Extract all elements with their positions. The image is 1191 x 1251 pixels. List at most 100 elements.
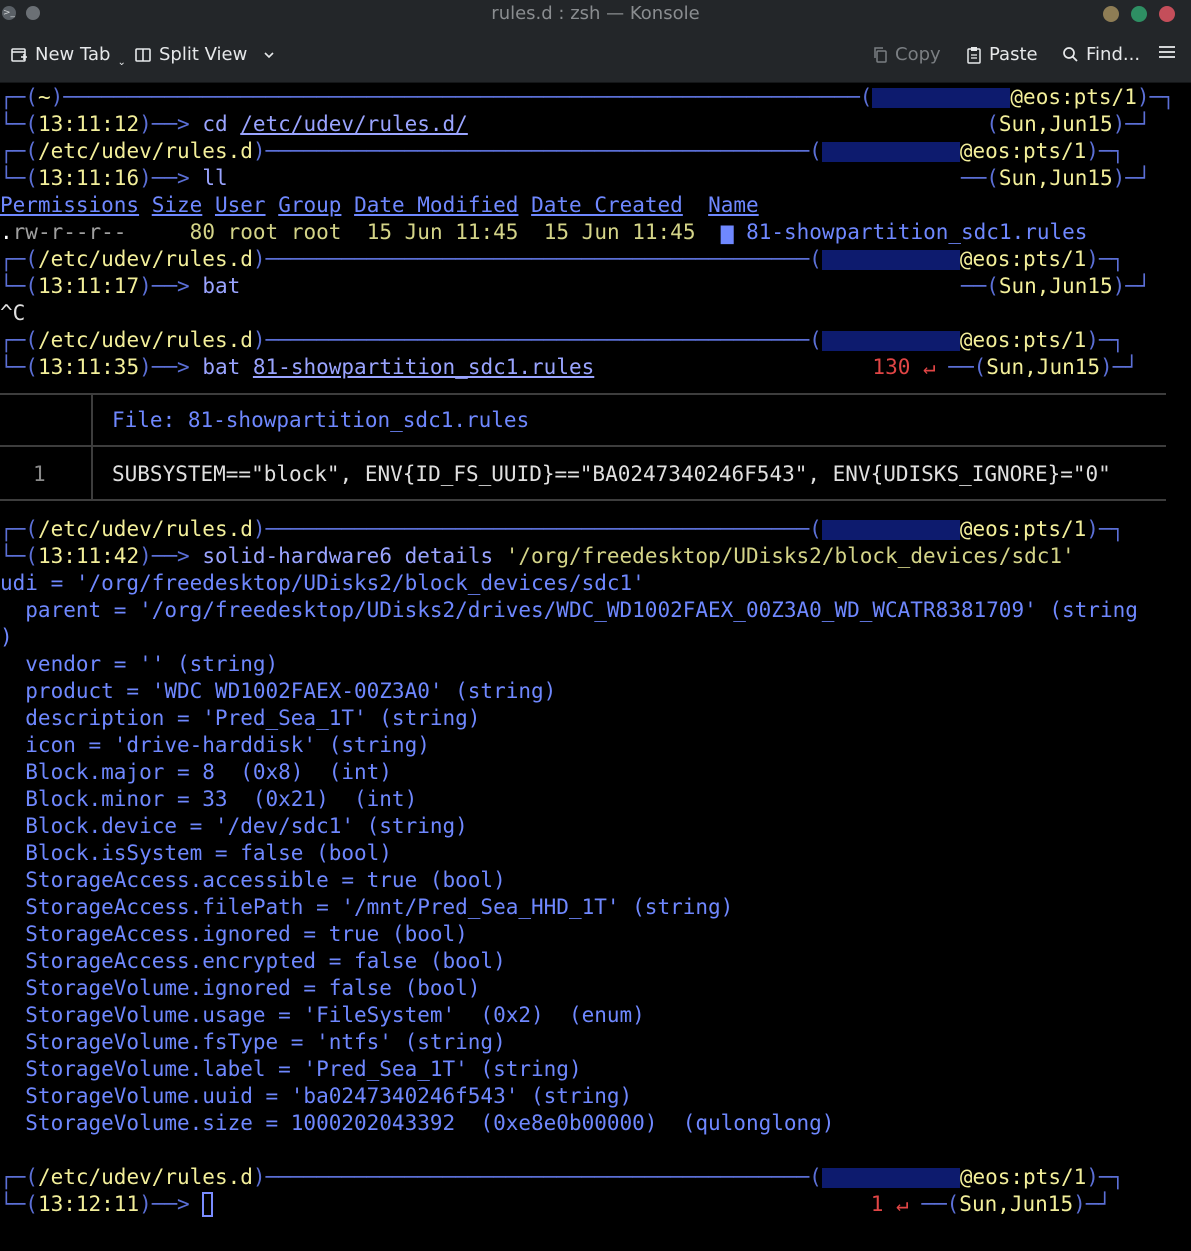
file-modified: 15 Jun 11:45 xyxy=(366,220,519,244)
new-tab-icon xyxy=(11,47,27,62)
bat-rule xyxy=(0,445,1166,447)
split-view-icon xyxy=(135,47,151,62)
details-parent: parent = '/org/freedesktop/UDisks2/drive… xyxy=(0,598,1138,622)
prompt-host: @eos:pts/1 xyxy=(959,247,1087,271)
hamburger-menu-icon xyxy=(1159,46,1175,58)
details-parent-cont: ) xyxy=(0,625,13,649)
copy-label: Copy xyxy=(895,44,941,65)
file-icon: ▆ xyxy=(720,220,734,244)
prompt-line-top: ┌─(/etc/udev/rules.d)───────────────────… xyxy=(0,1165,1125,1189)
new-tab-button[interactable]: New Tab ⌄ xyxy=(10,44,126,68)
toolbar: New Tab ⌄ Split View Copy Paste Find... xyxy=(0,28,1191,83)
search-icon xyxy=(1063,47,1078,62)
dropdown-arrow-icon: ⌄ xyxy=(117,57,126,68)
command-text: bat xyxy=(202,274,241,298)
bat-rule xyxy=(0,393,1166,395)
file-created: 15 Jun 11:45 xyxy=(543,220,696,244)
prompt-line-bottom: └─(13:11:35)──> bat 81-showpartition_sdc… xyxy=(0,355,1138,379)
prompt-host: @eos:pts/1 xyxy=(1010,85,1137,109)
prompt-line-bottom: └─(13:11:16)──> ll ──(Sun,Jun15)─┘ xyxy=(0,166,1151,190)
close-button[interactable] xyxy=(1159,6,1175,22)
details-line: Block.minor = 33 (0x21) (int) xyxy=(0,787,418,811)
title-bar: >_ rules.d : zsh — Konsole xyxy=(0,0,1191,28)
prompt-host: @eos:pts/1 xyxy=(959,1165,1087,1189)
command-arg: /etc/udev/rules.d/ xyxy=(240,112,468,136)
prompt-host: @eos:pts/1 xyxy=(959,139,1087,163)
details-line: icon = 'drive-harddisk' (string) xyxy=(0,733,430,757)
bat-file-header: File: 81-showpartition_sdc1.rules xyxy=(112,407,529,434)
ls-header: Date Created xyxy=(531,193,683,217)
prompt-date: Sun,Jun15 xyxy=(998,274,1113,298)
ls-header: Size xyxy=(151,193,203,217)
command-text: bat xyxy=(202,355,253,379)
paste-label: Paste xyxy=(989,44,1038,65)
details-line: StorageAccess.ignored = true (bool) xyxy=(0,922,468,946)
hamburger-menu-button[interactable] xyxy=(1158,44,1176,60)
details-udi: udi = '/org/freedesktop/UDisks2/block_de… xyxy=(0,571,645,595)
file-size: 80 xyxy=(189,220,215,244)
command-text: solid-hardware6 details xyxy=(202,544,506,568)
exit-status: 130 ↵ xyxy=(872,355,936,379)
ls-header-row: Permissions Size User Group Date Modifie… xyxy=(0,192,759,219)
details-line: vendor = '' (string) xyxy=(0,652,279,676)
ls-header: Group xyxy=(278,193,342,217)
prompt-line-bottom: └─(13:12:11)──> 1 ↵ ──(Sun,Jun15)─┘ xyxy=(0,1192,1112,1217)
prompt-date: Sun,Jun15 xyxy=(998,166,1113,190)
bat-file-name: 81-showpartition_sdc1.rules xyxy=(187,408,530,432)
prompt-time: 13:11:42 xyxy=(37,544,140,568)
bat-line-content: SUBSYSTEM=="block", ENV{ID_FS_UUID}=="BA… xyxy=(112,462,1111,486)
prompt-dir: /etc/udev/rules.d xyxy=(37,139,253,163)
prompt-dir: ~ xyxy=(37,85,51,109)
redacted-username xyxy=(821,1168,960,1188)
chevron-down-icon xyxy=(264,51,274,58)
window-title: rules.d : zsh — Konsole xyxy=(491,3,700,24)
copy-button[interactable]: Copy xyxy=(872,44,941,65)
redacted-username xyxy=(821,142,960,162)
ls-header: Permissions xyxy=(0,193,140,217)
paste-icon xyxy=(967,46,981,64)
ls-header: User xyxy=(214,193,266,217)
prompt-dir: /etc/udev/rules.d xyxy=(37,1165,253,1189)
paste-button[interactable]: Paste xyxy=(966,44,1038,65)
minimize-button[interactable] xyxy=(1103,6,1119,22)
terminal-area[interactable]: ┌─(~)───────────────────────────────────… xyxy=(0,83,1191,1251)
details-line: StorageVolume.ignored = false (bool) xyxy=(0,976,481,1000)
find-button[interactable]: Find... xyxy=(1062,44,1140,65)
prompt-line-top: ┌─(/etc/udev/rules.d)───────────────────… xyxy=(0,328,1125,352)
details-line: Block.major = 8 (0x8) (int) xyxy=(0,760,392,784)
redacted-username xyxy=(872,88,1011,108)
ls-file-row: .rw-r--r-- 80 root root 15 Jun 11:45 15 … xyxy=(0,219,1087,246)
details-line: StorageVolume.fsType = 'ntfs' (string) xyxy=(0,1030,506,1054)
prompt-time: 13:11:12 xyxy=(37,112,140,136)
details-line: StorageAccess.filePath = '/mnt/Pred_Sea_… xyxy=(0,895,734,919)
command-arg: '/org/freedesktop/UDisks2/block_devices/… xyxy=(505,544,1075,568)
terminal-cursor[interactable] xyxy=(202,1192,214,1217)
exit-status: 1 ↵ xyxy=(870,1192,909,1216)
split-view-button[interactable]: Split View xyxy=(134,44,276,65)
details-line: Block.isSystem = false (bool) xyxy=(0,841,392,865)
details-line: description = 'Pred_Sea_1T' (string) xyxy=(0,706,481,730)
prompt-date: Sun,Jun15 xyxy=(959,1192,1074,1216)
details-line: StorageVolume.label = 'Pred_Sea_1T' (str… xyxy=(0,1057,582,1081)
prompt-dir: /etc/udev/rules.d xyxy=(37,247,253,271)
file-user: root xyxy=(227,220,279,244)
prompt-line-bottom: └─(13:11:12)──> cd /etc/udev/rules.d/ (S… xyxy=(0,112,1151,136)
prompt-host: @eos:pts/1 xyxy=(959,328,1087,352)
prompt-line-bottom: └─(13:11:17)──> bat ──(Sun,Jun15)─┘ xyxy=(0,274,1151,298)
bat-gutter-rule xyxy=(91,393,93,501)
konsole-window: >_ rules.d : zsh — Konsole New Tab ⌄ Spli… xyxy=(0,0,1191,1251)
details-line: StorageVolume.size = 1000202043392 (0xe8… xyxy=(0,1111,835,1135)
prompt-dir: /etc/udev/rules.d xyxy=(37,517,253,541)
maximize-button[interactable] xyxy=(1131,6,1147,22)
prompt-time: 13:11:16 xyxy=(37,166,140,190)
new-tab-label: New Tab xyxy=(35,44,111,65)
interrupt-output: ^C xyxy=(0,301,26,325)
details-line: StorageAccess.encrypted = false (bool) xyxy=(0,949,506,973)
redacted-username xyxy=(821,331,960,351)
prompt-line-top: ┌─(/etc/udev/rules.d)───────────────────… xyxy=(0,139,1125,163)
details-line: StorageVolume.uuid = 'ba0247340246f543' … xyxy=(0,1084,633,1108)
details-line: StorageAccess.accessible = true (bool) xyxy=(0,868,506,892)
ls-header: Name xyxy=(708,193,759,217)
command-arg: 81-showpartition_sdc1.rules xyxy=(252,355,595,379)
redacted-username xyxy=(821,250,960,270)
